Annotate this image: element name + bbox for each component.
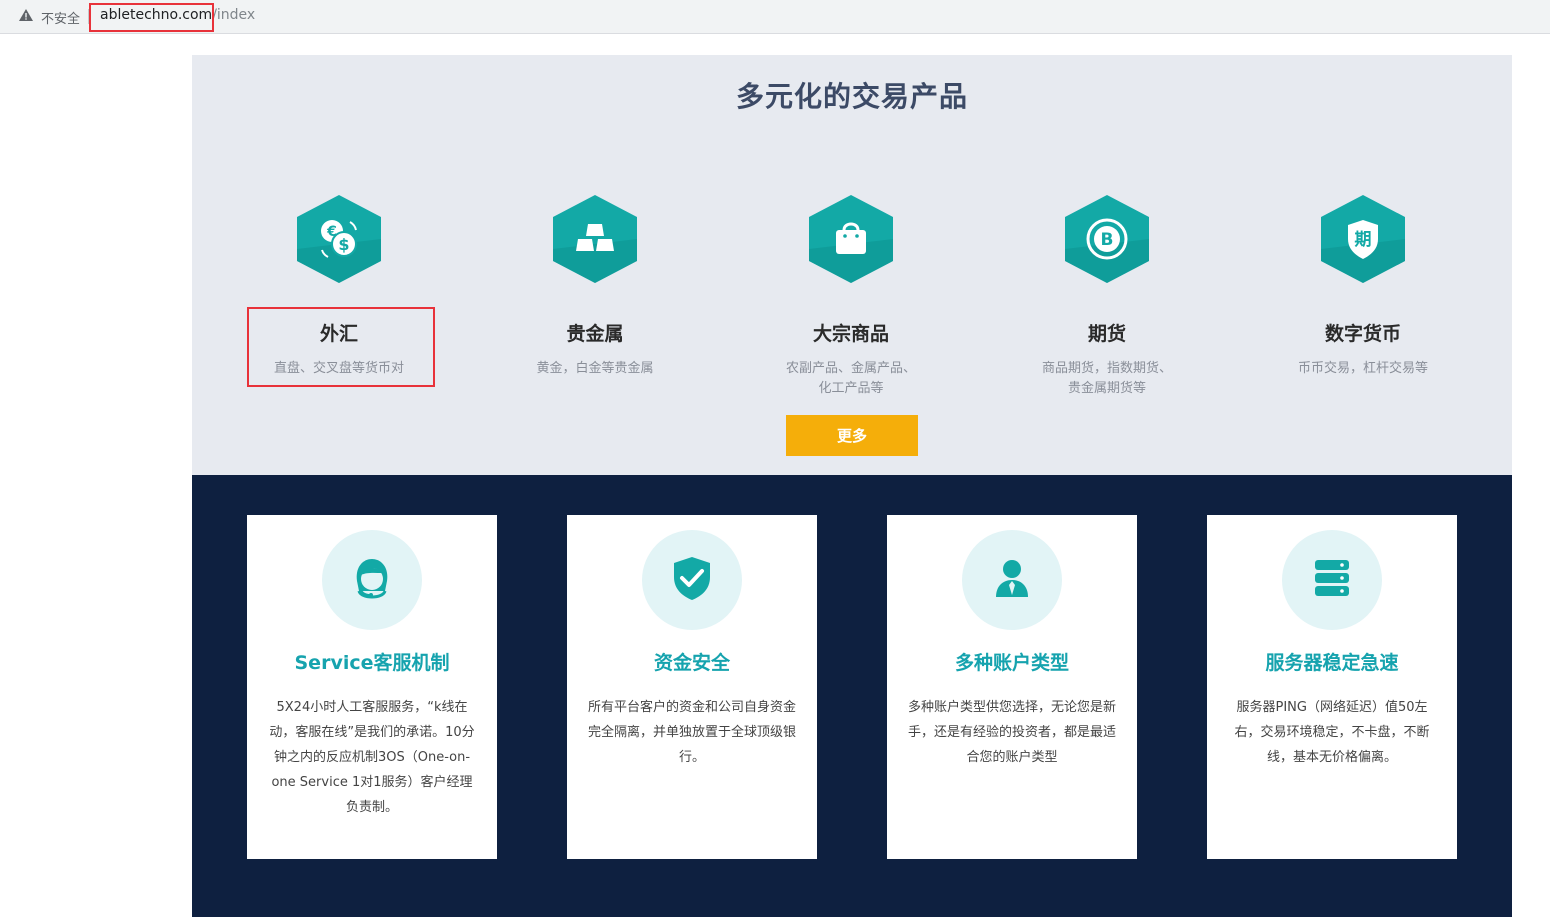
feature-icon-circle — [642, 530, 742, 630]
product-digital-currency[interactable]: 期 数字货币 币币交易，杠杆交易等 — [1263, 193, 1463, 379]
shopping-bag-icon — [805, 193, 897, 285]
customer-service-icon — [345, 551, 399, 609]
more-button[interactable]: 更多 — [786, 415, 918, 456]
feature-icon-circle — [322, 530, 422, 630]
feature-title: 资金安全 — [653, 652, 730, 674]
svg-text:$: $ — [338, 235, 349, 254]
feature-desc: 所有平台客户的资金和公司自身资金完全隔离，并单独放置于全球顶级银行。 — [587, 700, 796, 765]
shield-qi-glyph: 期 — [1355, 230, 1372, 250]
product-desc: 黄金，白金等贵金属 — [536, 361, 654, 376]
feature-card-server: 服务器稳定急速 服务器PING（网络延迟）值50左右，交易环境稳定，不卡盘，不断… — [1207, 515, 1457, 859]
gold-bars-icon — [549, 193, 641, 285]
forex-highlight-box — [247, 307, 435, 387]
warning-icon[interactable] — [18, 7, 34, 23]
product-desc: 币币交易，杠杆交易等 — [1297, 361, 1428, 376]
server-icon — [1307, 553, 1357, 607]
bitcoin-icon: B — [1061, 193, 1153, 285]
feature-title: 服务器稳定急速 — [1265, 652, 1399, 674]
feature-title: 多种账户类型 — [954, 652, 1069, 674]
product-hexagon: 期 — [1317, 193, 1409, 285]
feature-card-service: Service客服机制 5X24小时人工客服服务，“k线在动，客服在线”是我们的… — [247, 515, 497, 859]
svg-text:B: B — [1101, 230, 1114, 250]
features-section: Service客服机制 5X24小时人工客服服务，“k线在动，客服在线”是我们的… — [192, 475, 1512, 917]
product-hexagon — [805, 193, 897, 285]
user-account-icon — [987, 553, 1037, 607]
feature-desc: 5X24小时人工客服服务，“k线在动，客服在线”是我们的承诺。10分钟之内的反应… — [269, 700, 475, 815]
product-name: 大宗商品 — [812, 323, 889, 345]
product-desc: 商品期货，指数期货、贵金属期货等 — [1041, 361, 1172, 396]
feature-card-account-types: 多种账户类型 多种账户类型供您选择，无论您是新手，还是有经验的投资者，都是最适合… — [887, 515, 1137, 859]
product-hexagon: B — [1061, 193, 1153, 285]
security-label[interactable]: 不安全 — [41, 8, 80, 27]
feature-title: Service客服机制 — [294, 652, 450, 674]
product-hexagon — [549, 193, 641, 285]
product-futures[interactable]: B 期货 商品期货，指数期货、贵金属期货等 — [1007, 193, 1207, 399]
products-title: 多元化的交易产品 — [735, 80, 968, 113]
feature-desc: 多种账户类型供您选择，无论您是新手，还是有经验的投资者，都是最适合您的账户类型 — [907, 700, 1116, 765]
url-highlight-box — [89, 3, 214, 32]
product-name: 贵金属 — [566, 323, 624, 345]
omnibox[interactable]: 不安全 abletechno.com/index — [10, 3, 1540, 29]
product-desc: 农副产品、金属产品、化工产品等 — [785, 361, 916, 396]
browser-address-bar: 不安全 abletechno.com/index — [0, 0, 1550, 34]
product-commodities[interactable]: 大宗商品 农副产品、金属产品、化工产品等 — [751, 193, 951, 399]
shield-qi-icon: 期 — [1317, 193, 1409, 285]
feature-card-fund-safety: 资金安全 所有平台客户的资金和公司自身资金完全隔离，并单独放置于全球顶级银行。 — [567, 515, 817, 859]
shield-check-icon — [667, 553, 717, 607]
feature-icon-circle — [962, 530, 1062, 630]
product-name: 数字货币 — [1324, 323, 1401, 345]
currency-exchange-icon: € $ — [293, 193, 385, 285]
product-precious-metals[interactable]: 贵金属 黄金，白金等贵金属 — [495, 193, 695, 379]
product-hexagon: € $ — [293, 193, 385, 285]
product-name: 期货 — [1087, 323, 1126, 345]
feature-desc: 服务器PING（网络延迟）值50左右，交易环境稳定，不卡盘，不断线，基本无价格偏… — [1234, 700, 1430, 765]
feature-icon-circle — [1282, 530, 1382, 630]
url-path: /index — [212, 7, 256, 23]
products-section: 多元化的交易产品 € $ 外汇 直盘、交叉盘等货币对 贵金属 黄金，白金等贵金属… — [192, 55, 1512, 475]
